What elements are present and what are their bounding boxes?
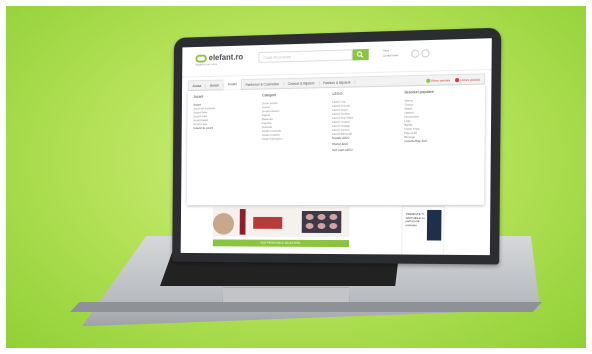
delivery-label: Livrare gratuita [460,77,480,82]
view-products-button[interactable]: VEZI PRODUSELE SELECTATE [212,239,350,248]
promo-banner-image[interactable] [212,206,350,238]
laptop-lid: elefant.ro Magazinul tau online Cauta di… [172,27,502,265]
offers-icon [425,78,430,83]
menu-column-jucarii: Jucarii Jucarii Jocuri de societate Juca… [192,93,262,201]
account-line-2: Contul meu [382,53,399,58]
laptop-screen: elefant.ro Magazinul tau online Cauta di… [180,38,492,256]
watch-image [212,212,235,235]
nav-item-bebeli[interactable]: Bebeli [206,82,224,88]
nav-item-acasa[interactable]: Acasa [188,83,207,88]
site-logo[interactable]: elefant.ro [195,53,243,63]
elephant-logo-icon [195,54,207,63]
menu-column-branduri: Branduri populare Disney Chicco Mattel H… [404,89,479,201]
offers-label: Oferte speciale [430,77,451,83]
menu-column-lego: LEGO LEGO City LEGO Friends LEGO Duplo L… [332,90,405,201]
menu-link[interactable]: Noutati LEGO [332,135,404,140]
side-promo[interactable]: TREZESTE-TI SIMTURILE cu parfumurile pre… [401,205,445,256]
menu-column-categorii: Categorii Jocuri puzzle Cuburi Jucarii e… [261,92,332,201]
menu-link[interactable]: Colectia Play-Doh [404,138,478,143]
search-button[interactable] [352,48,369,61]
search-input[interactable]: Cauta din produse [258,49,353,63]
background: elefant.ro Magazinul tau online Cauta di… [0,0,592,354]
all-lego-link[interactable]: Vezi toate LEGO [332,147,404,152]
cosmetics-image [253,216,283,229]
nav-item-ceasuri[interactable]: Ceasuri & Bijuterii [283,80,320,86]
lipstick-image [239,209,246,235]
menu-link[interactable]: Jucarii interactive [262,136,332,141]
logo-tagline: Magazinul tau online [195,63,218,67]
delivery-icon [455,77,460,82]
column-title: Branduri populare [404,89,434,95]
site-header: elefant.ro Magazinul tau online Cauta di… [182,38,492,78]
wishlist-icon[interactable] [411,49,420,58]
nav-item-fashion[interactable]: Fashion & Bijuterii [319,79,356,85]
lego-offer-link[interactable]: Oferta LEGO [332,141,404,146]
mega-menu: Jucarii Jucarii Jocuri de societate Juca… [186,84,486,206]
nav-promos: Oferte speciale Livrare gratuita [425,77,484,83]
column-title: LEGO [332,91,343,96]
eyeshadow-palette-image [301,210,342,234]
column-title: Categorii [261,93,276,98]
delivery-link[interactable]: Livrare gratuita [455,77,480,82]
side-promo-title: TREZESTE-TI SIMTURILE cu parfumurile pre… [405,211,425,227]
nav-item-jucarii[interactable]: Jucarii [223,79,242,91]
account-link[interactable]: Intra Contul meu [383,48,399,59]
offers-link[interactable]: Oferte speciale [425,77,451,83]
cart-icon[interactable] [421,49,430,58]
logo-text: elefant.ro [208,52,244,63]
perfume-image [426,209,442,241]
menu-link[interactable]: Colectii de jucarii [193,125,262,130]
nav-item-parfumuri[interactable]: Parfumuri & Cosmetice [241,81,284,87]
laptop-base-edge [70,302,542,312]
search-icon [357,51,364,58]
column-title: Jucarii [193,94,204,99]
